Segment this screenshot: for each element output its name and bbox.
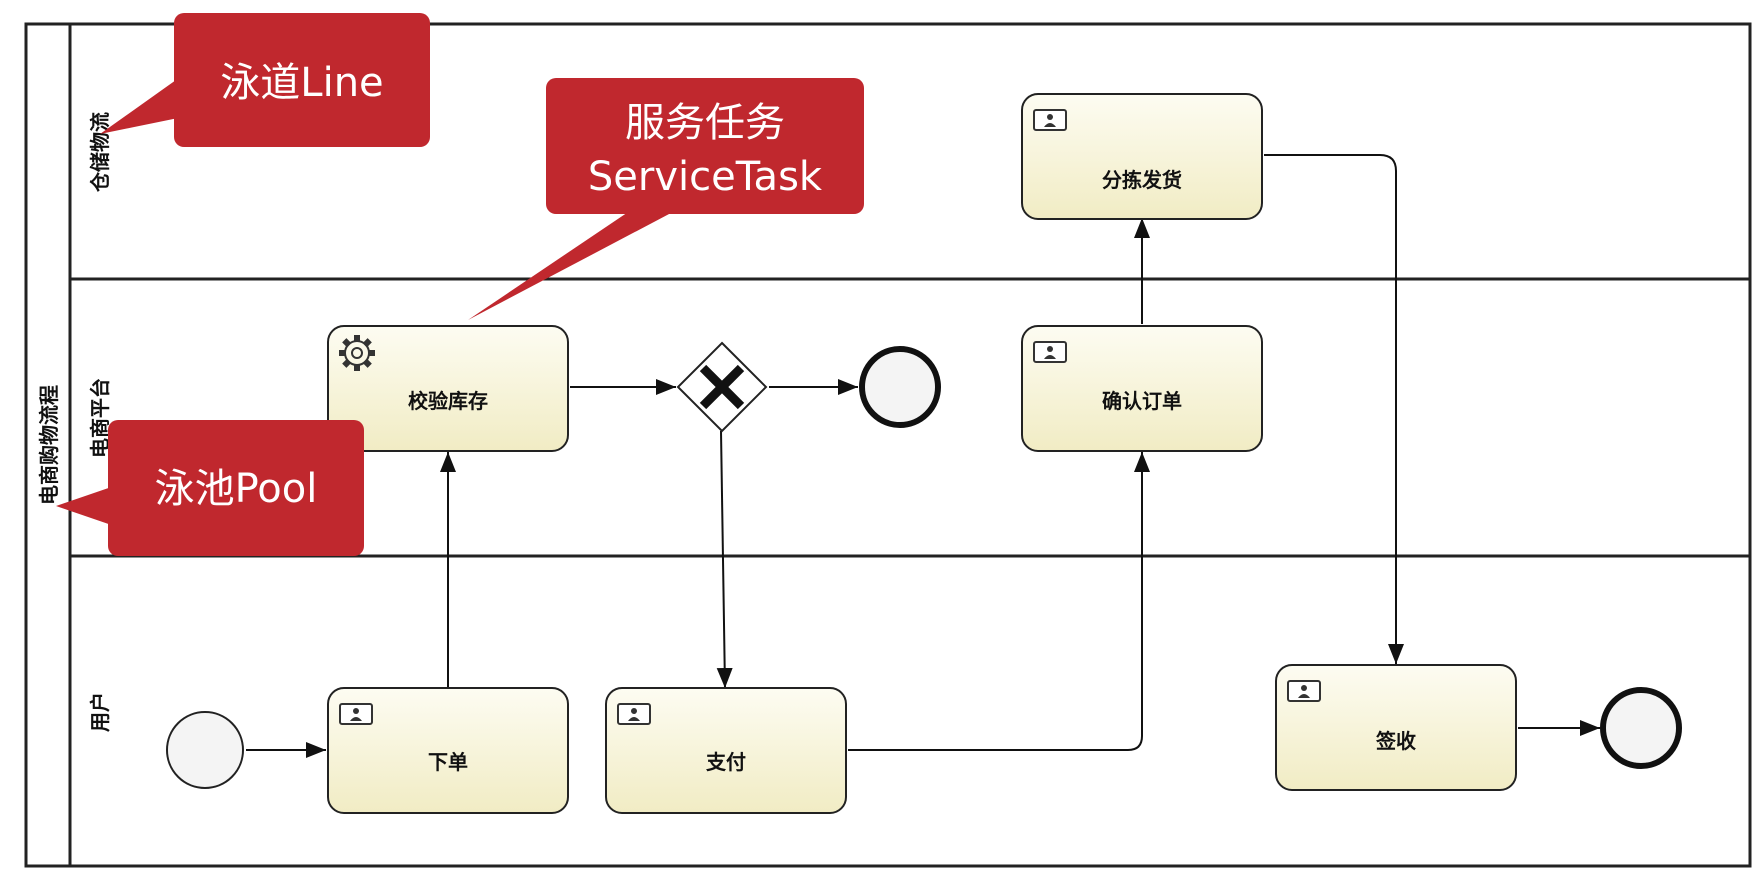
task-label: 签收 (1375, 729, 1416, 753)
pool-label: 电商购物流程 (37, 385, 61, 505)
start-event[interactable] (166, 711, 244, 789)
lane-label-user: 用户 (88, 692, 112, 732)
lane-label-warehouse: 仓储物流 (88, 112, 112, 193)
callout-service-task-line2: ServiceTask (588, 154, 823, 200)
callout-service-task-line1: 服务任务 (625, 100, 785, 146)
user-task-icon (1033, 341, 1067, 363)
task-sign[interactable]: 签收 (1275, 664, 1517, 791)
end-event-platform[interactable] (859, 346, 941, 428)
task-pay[interactable]: 支付 (605, 687, 847, 814)
user-task-icon (1033, 109, 1067, 131)
user-task-icon (617, 703, 651, 725)
task-pick-ship[interactable]: 分拣发货 (1021, 93, 1263, 220)
callout-pool-text: 泳池Pool (155, 466, 318, 512)
task-label: 确认订单 (1102, 389, 1182, 413)
task-label: 分拣发货 (1102, 168, 1182, 192)
task-label: 下单 (428, 750, 468, 774)
user-task-icon (339, 703, 373, 725)
task-label: 校验库存 (408, 389, 488, 413)
task-place-order[interactable]: 下单 (327, 687, 569, 814)
end-event-user[interactable] (1600, 687, 1682, 769)
user-task-icon (1287, 680, 1321, 702)
task-confirm-order[interactable]: 确认订单 (1021, 325, 1263, 452)
task-label: 支付 (706, 750, 746, 774)
bpmn-diagram: 电商购物流程 仓储物流 电商平台 用户 下单 支付 校验库存 确认订单 分拣发货… (24, 13, 1752, 868)
callout-lane-text: 泳道Line (220, 60, 383, 106)
